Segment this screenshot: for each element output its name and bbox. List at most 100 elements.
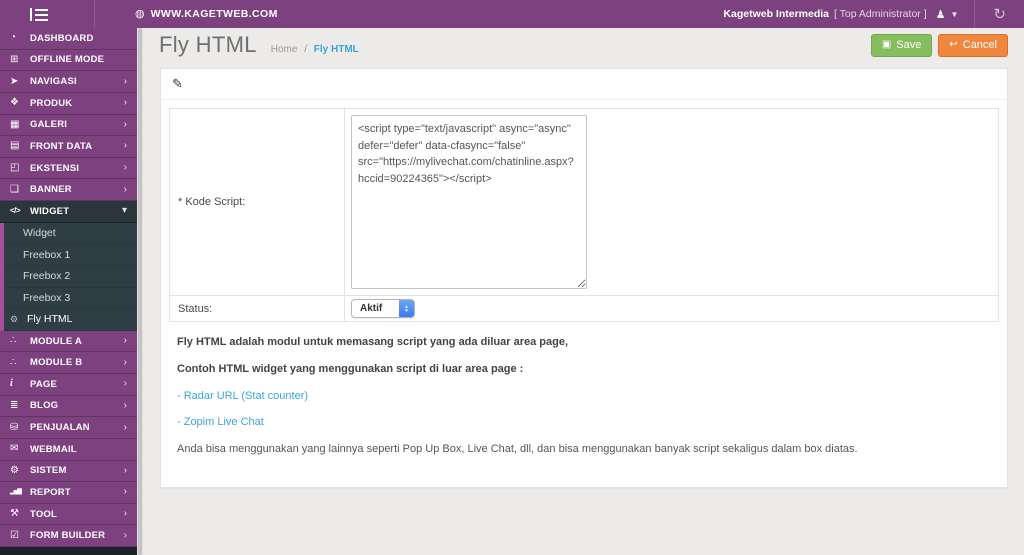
sidebar-item-label: FRONT DATA [30, 140, 93, 152]
sidebar-item-offline-mode[interactable]: ⊞ OFFLINE MODE [0, 49, 137, 72]
sidebar-item-label: BANNER [30, 184, 72, 196]
table-row: Status: Aktif ▲ ▼ [169, 295, 999, 322]
chevron-right-icon: › [123, 183, 127, 195]
bar-chart-icon: ▂▅▇ [10, 489, 22, 496]
module-share-icon: ∴ [10, 356, 17, 368]
user-role: [ Top Administrator ] [834, 8, 927, 20]
caret-down-icon[interactable]: ▼ [951, 10, 959, 19]
sidebar-item-blog[interactable]: ≣ BLOG › [0, 395, 137, 418]
sidebar-subitem-freebox-3[interactable]: Freebox 3 [4, 288, 137, 310]
offline-mode-icon: ⊞ [10, 53, 19, 65]
sidebar-item-label: PAGE [30, 378, 58, 390]
kode-script-textarea[interactable]: <script type="text/javascript" async="as… [351, 115, 587, 289]
chevron-right-icon: › [123, 508, 127, 520]
sidebar-subitem-label: Fly HTML [27, 313, 73, 326]
globe-icon: ◍ [135, 7, 145, 20]
status-select[interactable]: Aktif ▲ ▼ [351, 299, 415, 318]
action-buttons: ▣ Save ↩ Cancel [870, 34, 1008, 57]
form-panel: ✎ * Kode Script: <script type="text/java… [160, 68, 1008, 488]
cancel-button[interactable]: ↩ Cancel [938, 34, 1008, 57]
sidebar-item-penjualan[interactable]: ⛁ PENJUALAN › [0, 417, 137, 439]
help-link[interactable]: - Radar URL (Stat counter) [177, 390, 308, 402]
sidebar-item-label: PRODUK [30, 97, 73, 109]
navigation-arrow-icon: ➤ [10, 75, 19, 87]
sidebar-item-tool[interactable]: ⚒ TOOL › [0, 503, 137, 526]
sidebar-item-label: TOOL [30, 508, 58, 520]
sidebar-item-label: MODULE A [30, 335, 82, 347]
chevron-down-icon: ▾ [121, 205, 127, 217]
widget-submenu: Widget Freebox 1 Freebox 2 Freebox 3 ⚙ Fly HT… [0, 222, 137, 331]
sidebar-nav: ◔ DASHBOARD ⊞ OFFLINE MODE ➤ NAVIGASI › ❖ PRODUK… [0, 28, 137, 555]
sidebar-item-label: WEBMAIL [30, 443, 77, 455]
sidebar-subitem-label: Widget [23, 226, 56, 239]
user-icon[interactable]: ♟ [936, 8, 946, 21]
help-link-line: - Zopim Live Chat [177, 415, 991, 429]
status-select-value: Aktif [360, 303, 383, 314]
help-text-line: Fly HTML adalah modul untuk memasang scr… [177, 336, 569, 348]
sidebar-item-module-b[interactable]: ∴ MODULE B › [0, 352, 137, 374]
breadcrumb-current[interactable]: Fly HTML [314, 44, 359, 55]
table-row: * Kode Script: <script type="text/javasc… [169, 108, 999, 296]
blog-list-icon: ≣ [10, 399, 19, 411]
page-title: Fly HTML [159, 32, 257, 57]
sidebar-subitem-freebox-1[interactable]: Freebox 1 [4, 244, 137, 266]
save-button-label: Save [896, 39, 922, 51]
sidebar-item-ekstensi[interactable]: ◰ EKSTENSI › [0, 157, 137, 180]
gear-icon: ⚙ [10, 313, 19, 324]
sidebar-item-produk[interactable]: ❖ PRODUK › [0, 92, 137, 115]
sidebar-subitem-label: Freebox 3 [23, 291, 71, 304]
sidebar-toggle-icon[interactable] [30, 7, 48, 21]
sidebar-item-label: BLOG [30, 400, 59, 412]
sidebar-item-webmail[interactable]: ✉ WEBMAIL [0, 438, 137, 461]
wrench-icon: ⚒ [10, 508, 19, 520]
chevron-right-icon: › [123, 118, 127, 130]
site-link[interactable]: ◍ WWW.KAGETWEB.COM [135, 8, 278, 20]
topbar-divider [974, 0, 976, 28]
scrollbar-thumb[interactable] [138, 28, 142, 555]
sidebar-item-module-a[interactable]: ∴ MODULE A › [0, 330, 137, 353]
sidebar-subitem-widget[interactable]: Widget [4, 223, 137, 245]
select-stepper-icon: ▲ ▼ [399, 300, 414, 317]
help-link[interactable]: - Zopim Live Chat [177, 416, 264, 428]
sidebar-item-label: PENJUALAN [30, 422, 90, 434]
sidebar-subitem-fly-html[interactable]: ⚙ Fly HTML [4, 309, 137, 331]
status-cell: Aktif ▲ ▼ [344, 295, 999, 322]
product-tags-icon: ❖ [10, 97, 19, 109]
sidebar-item-label: GALERI [30, 119, 68, 131]
sidebar-item-navigasi[interactable]: ➤ NAVIGASI › [0, 71, 137, 93]
form-table: * Kode Script: <script type="text/javasc… [169, 108, 999, 322]
breadcrumb-separator: / [304, 43, 307, 55]
chevron-right-icon: › [123, 75, 127, 87]
sidebar-item-label: EKSTENSI [30, 162, 80, 174]
chevron-right-icon: › [123, 356, 127, 368]
sidebar-item-galeri[interactable]: ▦ GALERI › [0, 114, 137, 137]
breadcrumb-home-link[interactable]: Home [271, 44, 298, 55]
sidebar-subitem-freebox-2[interactable]: Freebox 2 [4, 266, 137, 288]
sidebar-item-dashboard[interactable]: ◔ DASHBOARD [0, 28, 137, 50]
chevron-right-icon: › [123, 529, 127, 541]
chevron-right-icon: › [123, 421, 127, 433]
sidebar-item-banner[interactable]: ❑ BANNER › [0, 179, 137, 201]
sidebar-item-page[interactable]: i PAGE › [0, 374, 137, 396]
sidebar-item-form-builder[interactable]: ☑ FORM BUILDER › [0, 525, 137, 547]
sidebar-item-sistem[interactable]: ⚙ SISTEM › [0, 460, 137, 483]
cart-icon: ⛁ [10, 421, 19, 433]
topbar-right: Kagetweb Intermedia [ Top Administrator … [723, 0, 1024, 28]
refresh-icon[interactable]: ↻ [993, 7, 1006, 22]
help-text-line: Contoh HTML widget yang menggunakan scri… [177, 362, 524, 375]
extension-puzzle-icon: ◰ [10, 162, 20, 174]
panel-body: * Kode Script: <script type="text/javasc… [161, 100, 1007, 487]
sidebar-item-report[interactable]: ▂▅▇ REPORT › [0, 482, 137, 504]
sidebar-item-label: WIDGET [30, 205, 70, 217]
top-bar: ◍ WWW.KAGETWEB.COM Kagetweb Intermedia [… [0, 0, 1024, 28]
sidebar-item-front-data[interactable]: ▤ FRONT DATA › [0, 136, 137, 158]
sidebar-item-widget[interactable]: </> WIDGET ▾ [0, 201, 137, 223]
save-button[interactable]: ▣ Save [870, 34, 933, 57]
save-icon: ▣ [881, 39, 892, 50]
sidebar-item-label: NAVIGASI [30, 76, 77, 88]
help-text-line: Anda bisa menggunakan yang lainnya seper… [177, 443, 858, 456]
sidebar-item-label: REPORT [30, 486, 71, 498]
envelope-icon: ✉ [10, 443, 19, 455]
cancel-button-label: Cancel [962, 39, 997, 51]
help-text-block: Fly HTML adalah modul untuk memasang scr… [169, 322, 999, 479]
